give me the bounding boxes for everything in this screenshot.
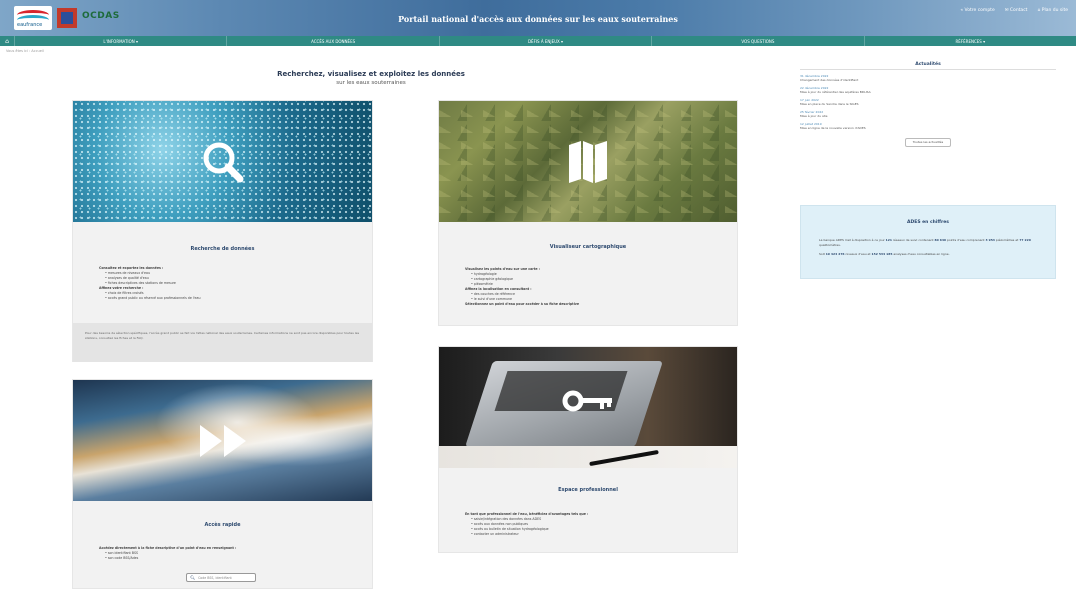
search-card-title[interactable]: Recherche de données bbox=[73, 246, 372, 252]
contact-link[interactable]: ✉ Contact bbox=[1005, 8, 1028, 13]
news-text[interactable]: Mise à jour du référentiel des aquifères… bbox=[800, 90, 1056, 94]
account-link[interactable]: « Votre compte bbox=[960, 8, 994, 13]
portal-title: Portail national d'accès aux données sur… bbox=[398, 14, 678, 24]
news-item[interactable]: 25 février 2022 Mise à jour du site bbox=[800, 110, 1056, 118]
nav-item-challenges[interactable]: DÉFIS À ENJEUX ▾ bbox=[438, 36, 651, 46]
viewer-card[interactable]: Visualiseur cartographique Visualisez le… bbox=[438, 100, 738, 326]
ades-figures-title: ADES en chiffres bbox=[907, 220, 949, 225]
news-item[interactable]: 12 juillet 2019 Mise en ligne de la nouv… bbox=[800, 122, 1056, 130]
news-text[interactable]: Mise en place du Sandre dans le SIGES bbox=[800, 102, 1056, 106]
search-placeholder: Code BSS, identifiant bbox=[198, 575, 232, 580]
nav-item-questions[interactable]: VOS QUESTIONS bbox=[651, 36, 863, 46]
news-text[interactable]: Changement des données d'identifiant bbox=[800, 78, 1056, 82]
quick-access-card[interactable]: Accès rapide Accédez directement à la fi… bbox=[72, 379, 373, 589]
professional-card-body: En tant que professionnel de l'eau, béné… bbox=[465, 512, 717, 537]
news-text[interactable]: Mise en ligne de la nouvelle version d'A… bbox=[800, 126, 1056, 130]
site-header: eaufrance OCDAS Portail national d'accès… bbox=[0, 0, 1076, 36]
list-item: Sélectionnez un point d'eau pour accéder… bbox=[465, 302, 580, 306]
professional-card-title[interactable]: Espace professionnel bbox=[439, 487, 737, 493]
sitemap-link[interactable]: ⌂ Plan du site bbox=[1037, 8, 1068, 13]
map-image bbox=[439, 101, 737, 222]
quick-access-body: Accédez directement à la fiche descripti… bbox=[99, 546, 352, 561]
list-item: • accès grand public ou réservé aux prof… bbox=[105, 296, 201, 300]
search-card[interactable]: Recherche de données Consultez et export… bbox=[72, 100, 373, 362]
fast-forward-icon bbox=[199, 424, 246, 457]
ades-figures-text: La banque ADES met à disposition à ce jo… bbox=[819, 238, 1041, 257]
news-text[interactable]: Mise à jour du site bbox=[800, 114, 1056, 118]
key-icon bbox=[562, 390, 612, 412]
viewer-card-body: Visualisez les points d'eau sur une cart… bbox=[465, 267, 717, 307]
news-item[interactable]: 31 décembre 2022 Changement des données … bbox=[800, 74, 1056, 82]
map-icon bbox=[569, 140, 607, 183]
news-title: Actualités bbox=[800, 62, 1056, 70]
search-icon: 🔍︎ bbox=[190, 575, 196, 580]
news-panel: Actualités 31 décembre 2022 Changement d… bbox=[800, 62, 1056, 147]
nav-item-information[interactable]: L'INFORMATION ▾ bbox=[14, 36, 226, 46]
news-item[interactable]: 22 décembre 2022 Mise à jour du référent… bbox=[800, 86, 1056, 94]
main-nav: ⌂ L'INFORMATION ▾ ACCÈS AUX DONNÉES DÉFI… bbox=[0, 36, 1076, 46]
search-card-body: Consultez et exportez les données : • me… bbox=[99, 266, 352, 301]
all-news-button[interactable]: Toutes les actualités bbox=[905, 138, 951, 147]
list-item: • contacter un administrateur bbox=[471, 532, 519, 536]
laptop-image bbox=[439, 347, 737, 468]
nav-item-references[interactable]: RÉFÉRENCES ▾ bbox=[863, 36, 1076, 46]
nav-item-data-access[interactable]: ACCÈS AUX DONNÉES bbox=[226, 36, 438, 46]
page-subtitle: sur les eaux souterraines bbox=[336, 80, 406, 86]
list-item: • son code BSS/Ades bbox=[105, 556, 139, 560]
home-icon[interactable]: ⌂ bbox=[0, 36, 14, 46]
top-links: « Votre compte ✉ Contact ⌂ Plan du site bbox=[960, 8, 1068, 13]
page-title: Recherchez, visualisez et exploitez les … bbox=[277, 70, 465, 78]
ades-figures-line: Soit 19 424 276 niveaux d'eau et 152 534… bbox=[819, 252, 950, 256]
ades-figures-line: La banque ADES met à disposition à ce jo… bbox=[819, 238, 1031, 247]
breadcrumb: Vous êtes ici : Accueil bbox=[6, 49, 44, 53]
wave-image bbox=[73, 380, 372, 501]
viewer-card-title[interactable]: Visualiseur cartographique bbox=[439, 244, 737, 250]
search-icon bbox=[203, 142, 243, 182]
water-image bbox=[73, 101, 372, 222]
quick-access-title[interactable]: Accès rapide bbox=[73, 522, 372, 528]
news-item[interactable]: 17 juin 2022 Mise en place du Sandre dan… bbox=[800, 98, 1056, 106]
ades-figures-panel: ADES en chiffres La banque ADES met à di… bbox=[800, 205, 1056, 279]
bss-search-input[interactable]: 🔍︎ Code BSS, identifiant bbox=[186, 573, 256, 582]
professional-card[interactable]: Espace professionnel En tant que profess… bbox=[438, 346, 738, 553]
search-card-footer: Pour des besoins de sélection spécifique… bbox=[73, 323, 372, 362]
